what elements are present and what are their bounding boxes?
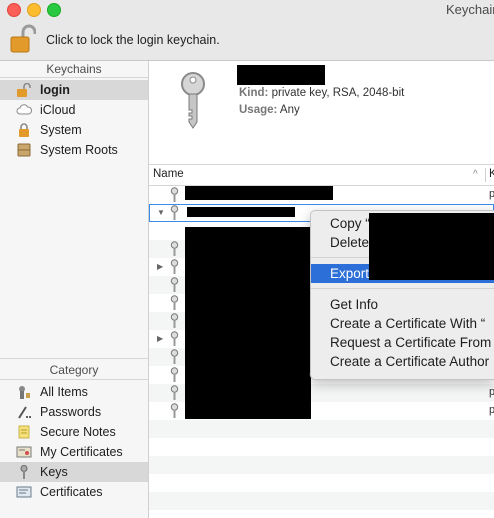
sidebar-item-label: Keys (40, 465, 68, 479)
key-icon (20, 465, 28, 479)
my-certificates-icon (16, 446, 32, 458)
redacted-key-name (185, 186, 333, 200)
sidebar-item-certificates[interactable]: Certificates (0, 482, 148, 502)
column-divider[interactable] (485, 168, 486, 182)
note-icon (18, 425, 30, 439)
key-icon (170, 331, 179, 346)
minimize-window-button[interactable] (27, 3, 41, 17)
divider (0, 358, 148, 359)
certificate-icon (16, 486, 32, 498)
lock-keychain-label[interactable]: Click to lock the login keychain. (46, 33, 220, 47)
key-icon (170, 313, 179, 328)
sidebar-item-label: My Certificates (40, 445, 123, 459)
key-icon (170, 295, 179, 310)
usage-info: Usage: Any (239, 104, 300, 116)
disclosure-collapsed-icon[interactable]: ▶ (157, 262, 163, 271)
sidebar-item-label: All Items (40, 385, 88, 399)
kind-info: Kind: private key, RSA, 2048-bit (239, 87, 404, 99)
sidebar-item-label: login (40, 83, 70, 97)
table-row (149, 474, 494, 492)
kind-cell: p (489, 386, 494, 398)
window-title: Keychain (446, 2, 494, 17)
redacted-item-name (237, 65, 325, 85)
menu-item-create-certificate-authority[interactable]: Create a Certificate Author (311, 352, 494, 371)
menu-item-label: Copy “ (330, 216, 370, 231)
key-icon (170, 367, 179, 382)
category-header: Category (49, 363, 99, 377)
key-icon (181, 72, 205, 129)
sidebar-item-label: System Roots (40, 143, 118, 157)
key-icon (170, 385, 179, 400)
menu-item-label: Request a Certificate From (330, 335, 492, 350)
sidebar-item-all-items[interactable]: All Items (0, 382, 148, 402)
column-header-name[interactable]: Name (153, 168, 184, 180)
menu-separator (311, 288, 494, 289)
sidebar-item-label: iCloud (40, 103, 76, 117)
keychains-header: Keychains (46, 62, 102, 76)
redacted-item-name (369, 213, 494, 280)
lock-open-icon (17, 83, 31, 97)
redacted-key-names (185, 227, 311, 419)
kind-cell: p (489, 404, 494, 416)
sidebar-item-label: Passwords (40, 405, 102, 419)
column-header-kind[interactable]: K (489, 168, 494, 180)
sort-ascending-icon: ^ (473, 169, 478, 180)
sidebar: Keychains login iCloud System System Roo… (0, 61, 149, 518)
usage-value: Any (279, 104, 300, 116)
key-icon (170, 403, 179, 418)
table-row (149, 456, 494, 474)
menu-item-request-certificate[interactable]: Request a Certificate From (311, 333, 494, 352)
lock-icon (19, 123, 29, 137)
kind-cell: p (489, 188, 494, 200)
sidebar-item-system[interactable]: System (0, 120, 148, 140)
sidebar-item-label: System (40, 123, 82, 137)
table-row[interactable]: p (149, 186, 494, 204)
sidebar-item-keys[interactable]: Keys (0, 462, 148, 482)
key-icon (170, 259, 179, 274)
sidebar-item-my-certificates[interactable]: My Certificates (0, 442, 148, 462)
sidebar-item-label: Certificates (40, 485, 103, 499)
table-row (149, 420, 494, 438)
divider (0, 379, 148, 380)
sidebar-item-secure-notes[interactable]: Secure Notes (0, 422, 148, 442)
table-row (149, 492, 494, 510)
cabinet-icon (17, 143, 31, 157)
menu-item-label: Export (330, 266, 370, 281)
menu-item-label: Delete (330, 235, 370, 250)
context-menu: Copy “ Delete Export Get Info Create a C… (310, 210, 494, 380)
key-icon (170, 349, 179, 364)
menu-item-create-certificate[interactable]: Create a Certificate With “ (311, 314, 494, 333)
kind-value: private key, RSA, 2048-bit (271, 87, 405, 99)
table-row (149, 438, 494, 456)
cloud-icon (16, 104, 32, 115)
key-icon (170, 205, 179, 220)
password-icon (18, 406, 31, 419)
menu-item-label: Get Info (330, 297, 379, 312)
item-details-header: Kind: private key, RSA, 2048-bit Usage: … (149, 61, 494, 165)
sidebar-item-label: Secure Notes (40, 425, 116, 439)
sidebar-item-icloud[interactable]: iCloud (0, 100, 148, 120)
kind-label: Kind: (239, 87, 269, 99)
disclosure-expanded-icon[interactable]: ▼ (157, 208, 165, 217)
zoom-window-button[interactable] (47, 3, 61, 17)
menu-item-label: Create a Certificate With “ (330, 316, 486, 331)
sidebar-item-system-roots[interactable]: System Roots (0, 140, 148, 160)
key-icon (170, 277, 179, 292)
menu-item-get-info[interactable]: Get Info (311, 295, 494, 314)
redacted-key-name (187, 207, 295, 217)
sidebar-item-login[interactable]: login (0, 80, 148, 100)
lock-open-icon[interactable] (10, 24, 36, 54)
close-window-button[interactable] (7, 3, 21, 17)
sidebar-item-passwords[interactable]: Passwords (0, 402, 148, 422)
table-header: Name ^ K (149, 165, 494, 186)
all-items-icon (19, 386, 30, 399)
disclosure-collapsed-icon[interactable]: ▶ (157, 334, 163, 343)
key-icon (170, 187, 179, 202)
key-icon (170, 241, 179, 256)
usage-label: Usage: (239, 104, 278, 116)
menu-item-label: Create a Certificate Author (330, 354, 490, 369)
title-bar: Keychain Click to lock the login keychai… (0, 0, 494, 61)
divider (0, 77, 148, 78)
